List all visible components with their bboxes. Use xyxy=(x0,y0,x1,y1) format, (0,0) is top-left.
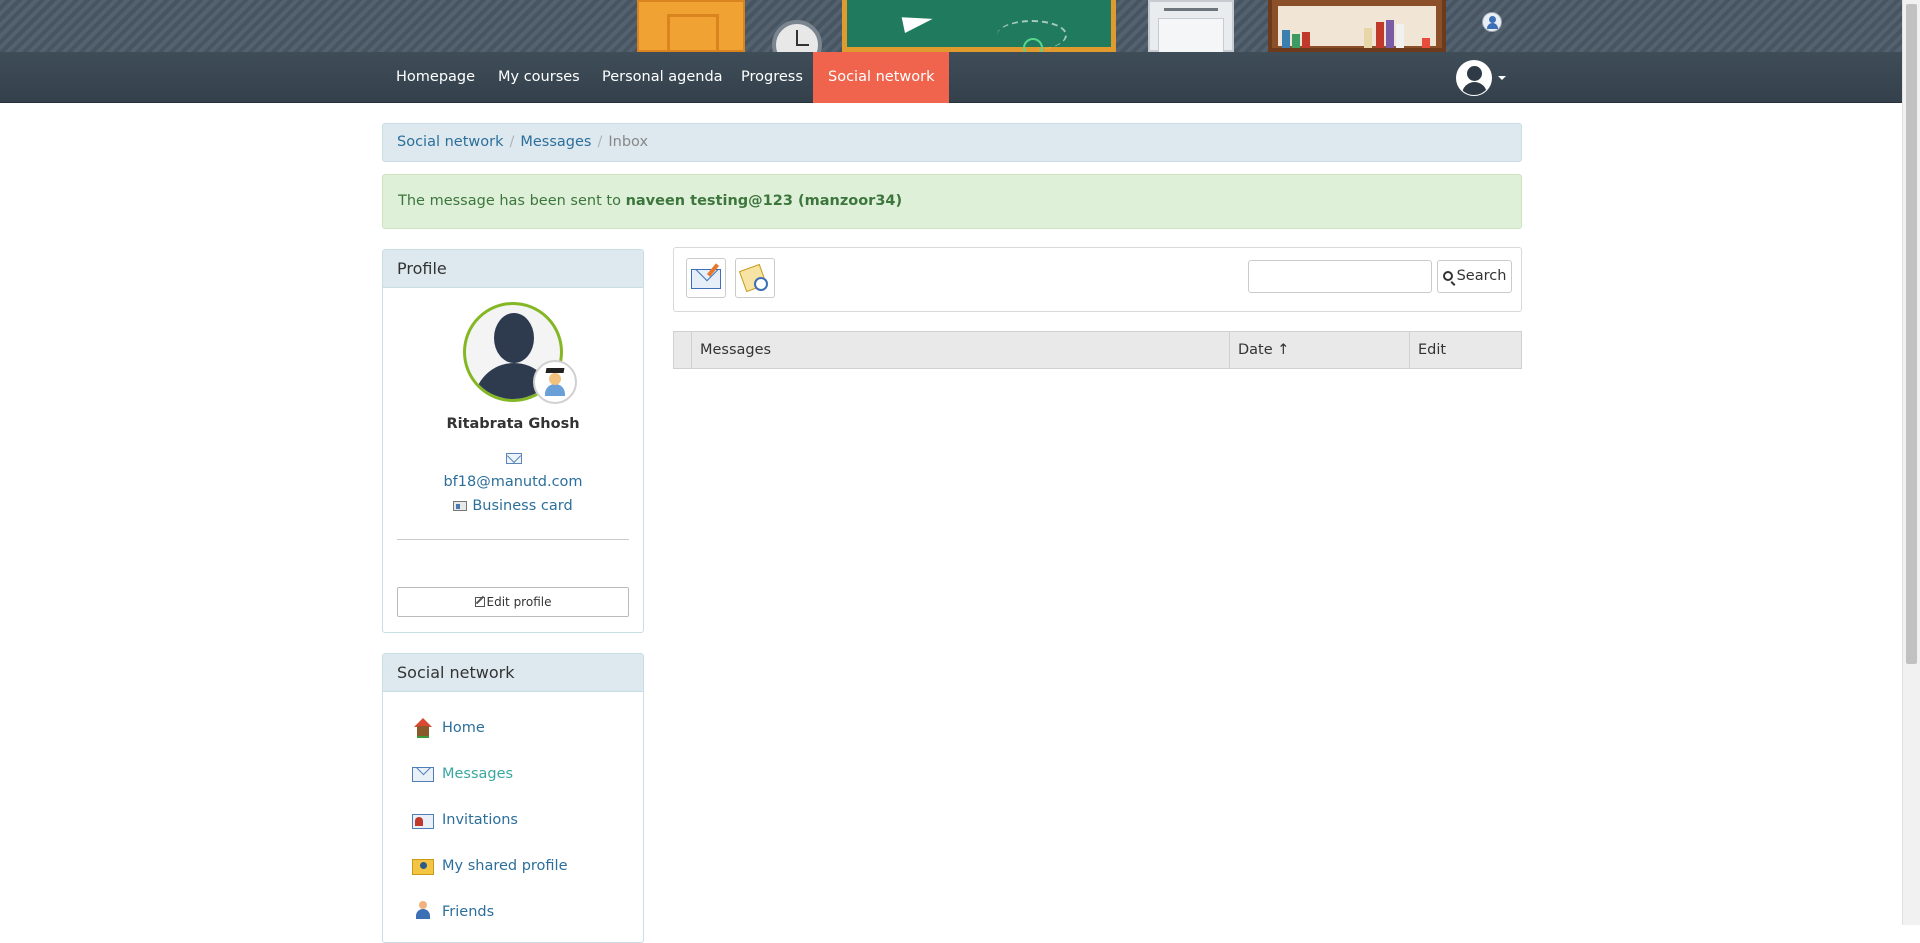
outbox-button[interactable] xyxy=(735,258,775,298)
breadcrumb-social-network[interactable]: Social network xyxy=(397,134,503,150)
profile-email-link[interactable]: bf18@manutd.com xyxy=(383,474,643,490)
banner-clock-icon xyxy=(772,20,822,52)
profile-name: Ritabrata Ghosh xyxy=(446,416,580,432)
edit-icon xyxy=(474,597,485,607)
user-status-icon[interactable] xyxy=(1482,12,1502,32)
grid-column-edit: Edit xyxy=(1418,342,1447,358)
grid-column-date[interactable]: Date ↑ xyxy=(1230,332,1410,368)
friends-icon xyxy=(412,901,434,921)
social-menu-invitations[interactable]: Invitations xyxy=(412,808,518,832)
banner-bookshelf-illustration xyxy=(1268,0,1446,52)
nav-my-courses[interactable]: My courses xyxy=(483,52,595,103)
breadcrumb: Social network / Messages / Inbox xyxy=(382,123,1522,162)
banner-cabinet-illustration xyxy=(1148,0,1234,52)
social-menu-label: My shared profile xyxy=(442,858,568,874)
social-menu-label: Home xyxy=(442,720,485,736)
alert-recipient: naveen testing@123 (manzoor34) xyxy=(625,193,903,209)
scrollbar-thumb[interactable] xyxy=(1906,4,1917,664)
business-card-label: Business card xyxy=(472,498,573,514)
search-icon xyxy=(1442,271,1453,281)
page-scrollbar[interactable] xyxy=(1902,0,1920,925)
social-network-panel: Social network Home Messages Invitations… xyxy=(382,653,644,943)
home-icon xyxy=(412,717,434,738)
breadcrumb-current: Inbox xyxy=(608,134,649,150)
social-menu-messages[interactable]: Messages xyxy=(412,762,513,786)
user-menu-caret-icon[interactable] xyxy=(1498,76,1506,80)
banner-door-illustration xyxy=(637,0,745,52)
messages-grid-header: Messages Date ↑ Edit xyxy=(673,331,1522,369)
social-menu-home[interactable]: Home xyxy=(412,716,485,740)
breadcrumb-messages[interactable]: Messages xyxy=(520,134,591,150)
nav-homepage[interactable]: Homepage xyxy=(381,52,490,103)
business-card-icon xyxy=(453,501,468,511)
edit-profile-label: Edit profile xyxy=(486,595,552,609)
nav-personal-agenda[interactable]: Personal agenda xyxy=(587,52,738,103)
messages-icon xyxy=(412,767,434,782)
search-button[interactable]: Search xyxy=(1437,260,1512,293)
shared-profile-icon xyxy=(412,859,434,875)
breadcrumb-separator: / xyxy=(509,134,515,150)
edit-profile-button[interactable]: Edit profile xyxy=(397,587,629,617)
student-role-badge-icon xyxy=(533,360,577,404)
grid-column-messages[interactable]: Messages xyxy=(692,332,1230,368)
social-panel-title: Social network xyxy=(383,654,643,692)
alert-text: The message has been sent to xyxy=(398,193,626,209)
success-alert: The message has been sent to naveen test… xyxy=(382,174,1522,229)
main-navbar: Homepage My courses Personal agenda Prog… xyxy=(0,52,1902,103)
business-card-link[interactable]: Business card xyxy=(383,498,643,514)
nav-progress[interactable]: Progress xyxy=(726,52,818,103)
messages-toolbar: Search xyxy=(673,247,1522,312)
compose-envelope-icon xyxy=(691,269,721,289)
grid-checkbox-column[interactable] xyxy=(674,332,692,368)
invitations-icon xyxy=(412,814,434,829)
compose-message-button[interactable] xyxy=(686,258,726,298)
social-menu-label: Messages xyxy=(442,766,514,782)
social-menu-shared-profile[interactable]: My shared profile xyxy=(412,854,568,878)
breadcrumb-separator: / xyxy=(597,134,603,150)
social-menu-friends[interactable]: Friends xyxy=(412,900,494,924)
social-menu-label: Friends xyxy=(442,904,495,920)
user-avatar-icon[interactable] xyxy=(1456,60,1492,96)
email-icon[interactable] xyxy=(506,453,522,464)
profile-panel: Profile Ritabrata Ghosh bf18@manutd.com … xyxy=(382,249,644,633)
social-menu-label: Invitations xyxy=(442,812,518,828)
search-button-label: Search xyxy=(1456,268,1507,284)
profile-divider xyxy=(397,539,629,540)
banner-chalkboard-illustration xyxy=(842,0,1116,52)
profile-panel-title: Profile xyxy=(383,250,643,288)
nav-social-network[interactable]: Social network xyxy=(813,52,950,103)
search-input[interactable] xyxy=(1248,260,1432,293)
header-banner xyxy=(0,0,1902,52)
